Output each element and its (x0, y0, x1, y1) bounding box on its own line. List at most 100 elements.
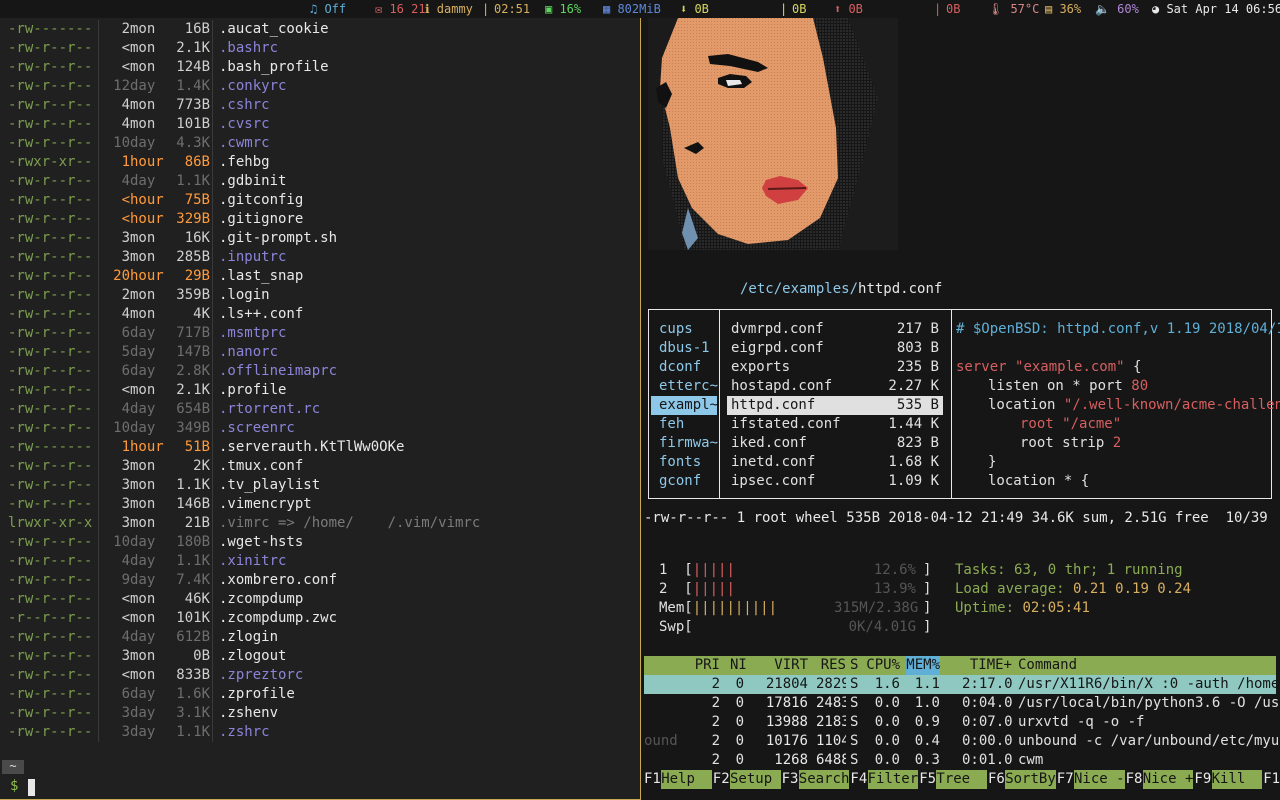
process-row[interactable]: 20 21804 28292S 1.6 1.1 2:17.00/usr/X11R6/bin… (644, 675, 1278, 694)
list-item[interactable]: -rw-r--r-- 4 mon 101B .cvsrc (0, 115, 640, 134)
parent-dir-item[interactable]: firmwa~ (651, 434, 718, 453)
column-header-pri[interactable]: PRI (690, 656, 720, 675)
list-item[interactable]: -rw-r--r-- 3 mon 16K .git-prompt.sh (0, 229, 640, 248)
list-item[interactable]: -rw-r--r-- 4 mon 773B .cshrc (0, 96, 640, 115)
parent-dir-item[interactable]: cups (651, 320, 717, 339)
file-name[interactable]: .bashrc (219, 39, 278, 58)
list-item[interactable]: -rw-r--r-- < mon 46K .zcompdump (0, 590, 640, 609)
file-list-item[interactable]: dvmrpd.conf 217 B (727, 320, 943, 339)
file-list-item[interactable]: iked.conf 823 B (727, 434, 943, 453)
parent-dir-item[interactable]: feh (651, 415, 717, 434)
list-item[interactable]: -rw-r--r-- 3 day 1.1K .zshrc (0, 723, 640, 742)
column-header-cpu[interactable]: CPU% (866, 656, 900, 675)
file-name[interactable]: .rtorrent.rc (219, 400, 320, 419)
column-header-virt[interactable]: VIRT (762, 656, 808, 675)
process-row[interactable]: 20 1268 6488S 0.0 0.3 0:01.00 cwm (644, 751, 1276, 770)
file-name[interactable]: .fehbg (219, 153, 270, 172)
file-list-item[interactable]: eigrpd.conf 803 B (727, 339, 943, 358)
list-item[interactable]: -rw-r--r-- 3 mon 285B .inputrc (0, 248, 640, 267)
ls-terminal[interactable]: -rw------- 2 mon 16B .aucat_cookie -rw-r--r--… (0, 18, 641, 800)
file-name[interactable]: .last_snap (219, 267, 303, 286)
list-item[interactable]: -rw-r--r-- < mon 833B .zpreztorc (0, 666, 640, 685)
file-name[interactable]: .zlogin (219, 628, 278, 647)
file-list-item[interactable]: hostapd.conf 2.27 K (727, 377, 943, 396)
list-item[interactable]: -rw-r--r-- 3 day 3.1K .zshenv (0, 704, 640, 723)
column-header-s[interactable]: S (850, 656, 860, 675)
file-name[interactable]: .conkyrc (219, 77, 286, 96)
file-name[interactable]: .cshrc (219, 96, 270, 115)
list-item[interactable]: -rw-r--r-- < hour 75B .gitconfig (0, 191, 640, 210)
function-key-kill-button[interactable]: Kill (1211, 770, 1263, 789)
function-key-nice-button[interactable]: Nice - (1074, 770, 1125, 789)
function-key-search-button[interactable]: Search (798, 770, 850, 789)
list-item[interactable]: -rw-r--r-- < mon 2.1K .bashrc (0, 39, 640, 58)
file-list-item[interactable]: ipsec.conf 1.09 K (727, 472, 943, 491)
file-name[interactable]: .nanorc (219, 343, 278, 362)
file-name[interactable]: .vimencrypt (219, 495, 312, 514)
list-item[interactable]: -rw-r--r-- 4 day 1.1K .gdbinit (0, 172, 640, 191)
file-name[interactable]: .zshenv (219, 704, 278, 723)
list-item[interactable]: -rw-r--r-- 3 mon 1.1K .tv_playlist (0, 476, 640, 495)
process-row[interactable]: 20 13988 21836S 0.0 0.9 0:07.00 urxvtd -q -o -… (644, 713, 1276, 732)
column-header-ni[interactable]: NI (730, 656, 747, 675)
file-name[interactable]: .wget-hsts (219, 533, 303, 552)
htop-panel[interactable]: 1 [||||| 12.6% ] 2 [||||| 13.9% ] Mem[||… (644, 561, 1280, 800)
parent-dir-item[interactable]: dconf (651, 358, 717, 377)
file-name[interactable]: .tmux.conf (219, 457, 303, 476)
process-row[interactable]: ound 20 10176 11048S 0.0 0.4 0:00.00 unbound -c… (644, 732, 1278, 751)
list-item[interactable]: -rw-r--r-- 4 day 1.1K .xinitrc (0, 552, 640, 571)
file-name[interactable]: .serverauth.KtTlWw0OKe (219, 438, 404, 457)
list-item[interactable]: -rw-r--r-- 4 day 612B .zlogin (0, 628, 640, 647)
file-name[interactable]: .git-prompt.sh (219, 229, 337, 248)
list-item[interactable]: -rw-r--r-- 12 day 1.4K .conkyrc (0, 77, 640, 96)
column-header-mem[interactable]: MEM% (906, 656, 940, 675)
file-name[interactable]: .msmtprc (219, 324, 286, 343)
file-name[interactable]: .screenrc (219, 419, 295, 438)
function-key-sortby-button[interactable]: SortBy (1005, 770, 1056, 789)
file-name[interactable]: .profile (219, 381, 286, 400)
file-name[interactable]: .vimrc => /home/ /.vim/vimrc (219, 514, 480, 533)
list-item[interactable]: -rw-r--r-- < mon 124B .bash_profile (0, 58, 640, 77)
file-list-item[interactable]: ifstated.conf 1.44 K (727, 415, 943, 434)
list-item[interactable]: -rw-r--r-- < hour 329B .gitignore (0, 210, 640, 229)
file-list-item[interactable]: httpd.conf 535 B (727, 396, 943, 415)
file-name[interactable]: .gitconfig (219, 191, 303, 210)
file-name[interactable]: .xombrero.conf (219, 571, 337, 590)
parent-dir-item[interactable]: fonts (651, 453, 717, 472)
list-item[interactable]: -rw-r--r-- 6 day 717B .msmtprc (0, 324, 640, 343)
process-row[interactable]: 20 17816 24836S 0.0 1.0 0:04.00/usr/local/bin… (644, 694, 1278, 713)
file-name[interactable]: .cvsrc (219, 115, 270, 134)
list-item[interactable]: -rw-r--r-- 6 day 1.6K .zprofile (0, 685, 640, 704)
file-name[interactable]: .inputrc (219, 248, 286, 267)
list-item[interactable]: -rw-r--r-- 10 day 349B .screenrc (0, 419, 640, 438)
function-key-filter-button[interactable]: Filter (867, 770, 919, 789)
file-name[interactable]: .tv_playlist (219, 476, 320, 495)
file-name[interactable]: .xinitrc (219, 552, 286, 571)
column-header-command[interactable]: Command (1018, 656, 1278, 675)
file-name[interactable]: .zshrc (219, 723, 270, 742)
file-list-item[interactable]: exports 235 B (727, 358, 943, 377)
list-item[interactable]: -rw-r--r-- 9 day 7.4K .xombrero.conf (0, 571, 640, 590)
file-name[interactable]: .ls++.conf (219, 305, 303, 324)
file-name[interactable]: .zcompdump.zwc (219, 609, 337, 628)
list-item[interactable]: -rw-r--r-- 3 mon 0B .zlogout (0, 647, 640, 666)
list-item[interactable]: -r--r--r-- < mon 101K .zcompdump.zwc (0, 609, 640, 628)
list-item[interactable]: -rw-r--r-- 10 day 4.3K .cwmrc (0, 134, 640, 153)
process-table-header[interactable]: PRI NI VIRT RES S CPU% MEM% TIME+ Command (644, 656, 1276, 675)
function-key-help-button[interactable]: Help (661, 770, 712, 789)
file-name[interactable]: .gdbinit (219, 172, 286, 191)
list-item[interactable]: -rwxr-xr-- 1 hour 86B .fehbg (0, 153, 640, 172)
parent-dir-item[interactable]: dbus-1 (651, 339, 717, 358)
column-header-res[interactable]: RES (816, 656, 846, 675)
list-item[interactable]: -rw-r--r-- 3 mon 2K .tmux.conf (0, 457, 640, 476)
list-item[interactable]: -rw-r--r-- 4 day 654B .rtorrent.rc (0, 400, 640, 419)
function-key-setup-button[interactable]: Setup (730, 770, 781, 789)
file-name[interactable]: .zpreztorc (219, 666, 303, 685)
parent-dir-item[interactable]: exampl~ (651, 396, 718, 415)
list-item[interactable]: -rw-r--r-- 5 day 147B .nanorc (0, 343, 640, 362)
parent-dir-item[interactable]: etterc~ (651, 377, 718, 396)
file-name[interactable]: .bash_profile (219, 58, 329, 77)
list-item[interactable]: -rw-r--r-- < mon 2.1K .profile (0, 381, 640, 400)
function-key-nice-button[interactable]: Nice + (1142, 770, 1194, 789)
file-name[interactable]: .zprofile (219, 685, 295, 704)
